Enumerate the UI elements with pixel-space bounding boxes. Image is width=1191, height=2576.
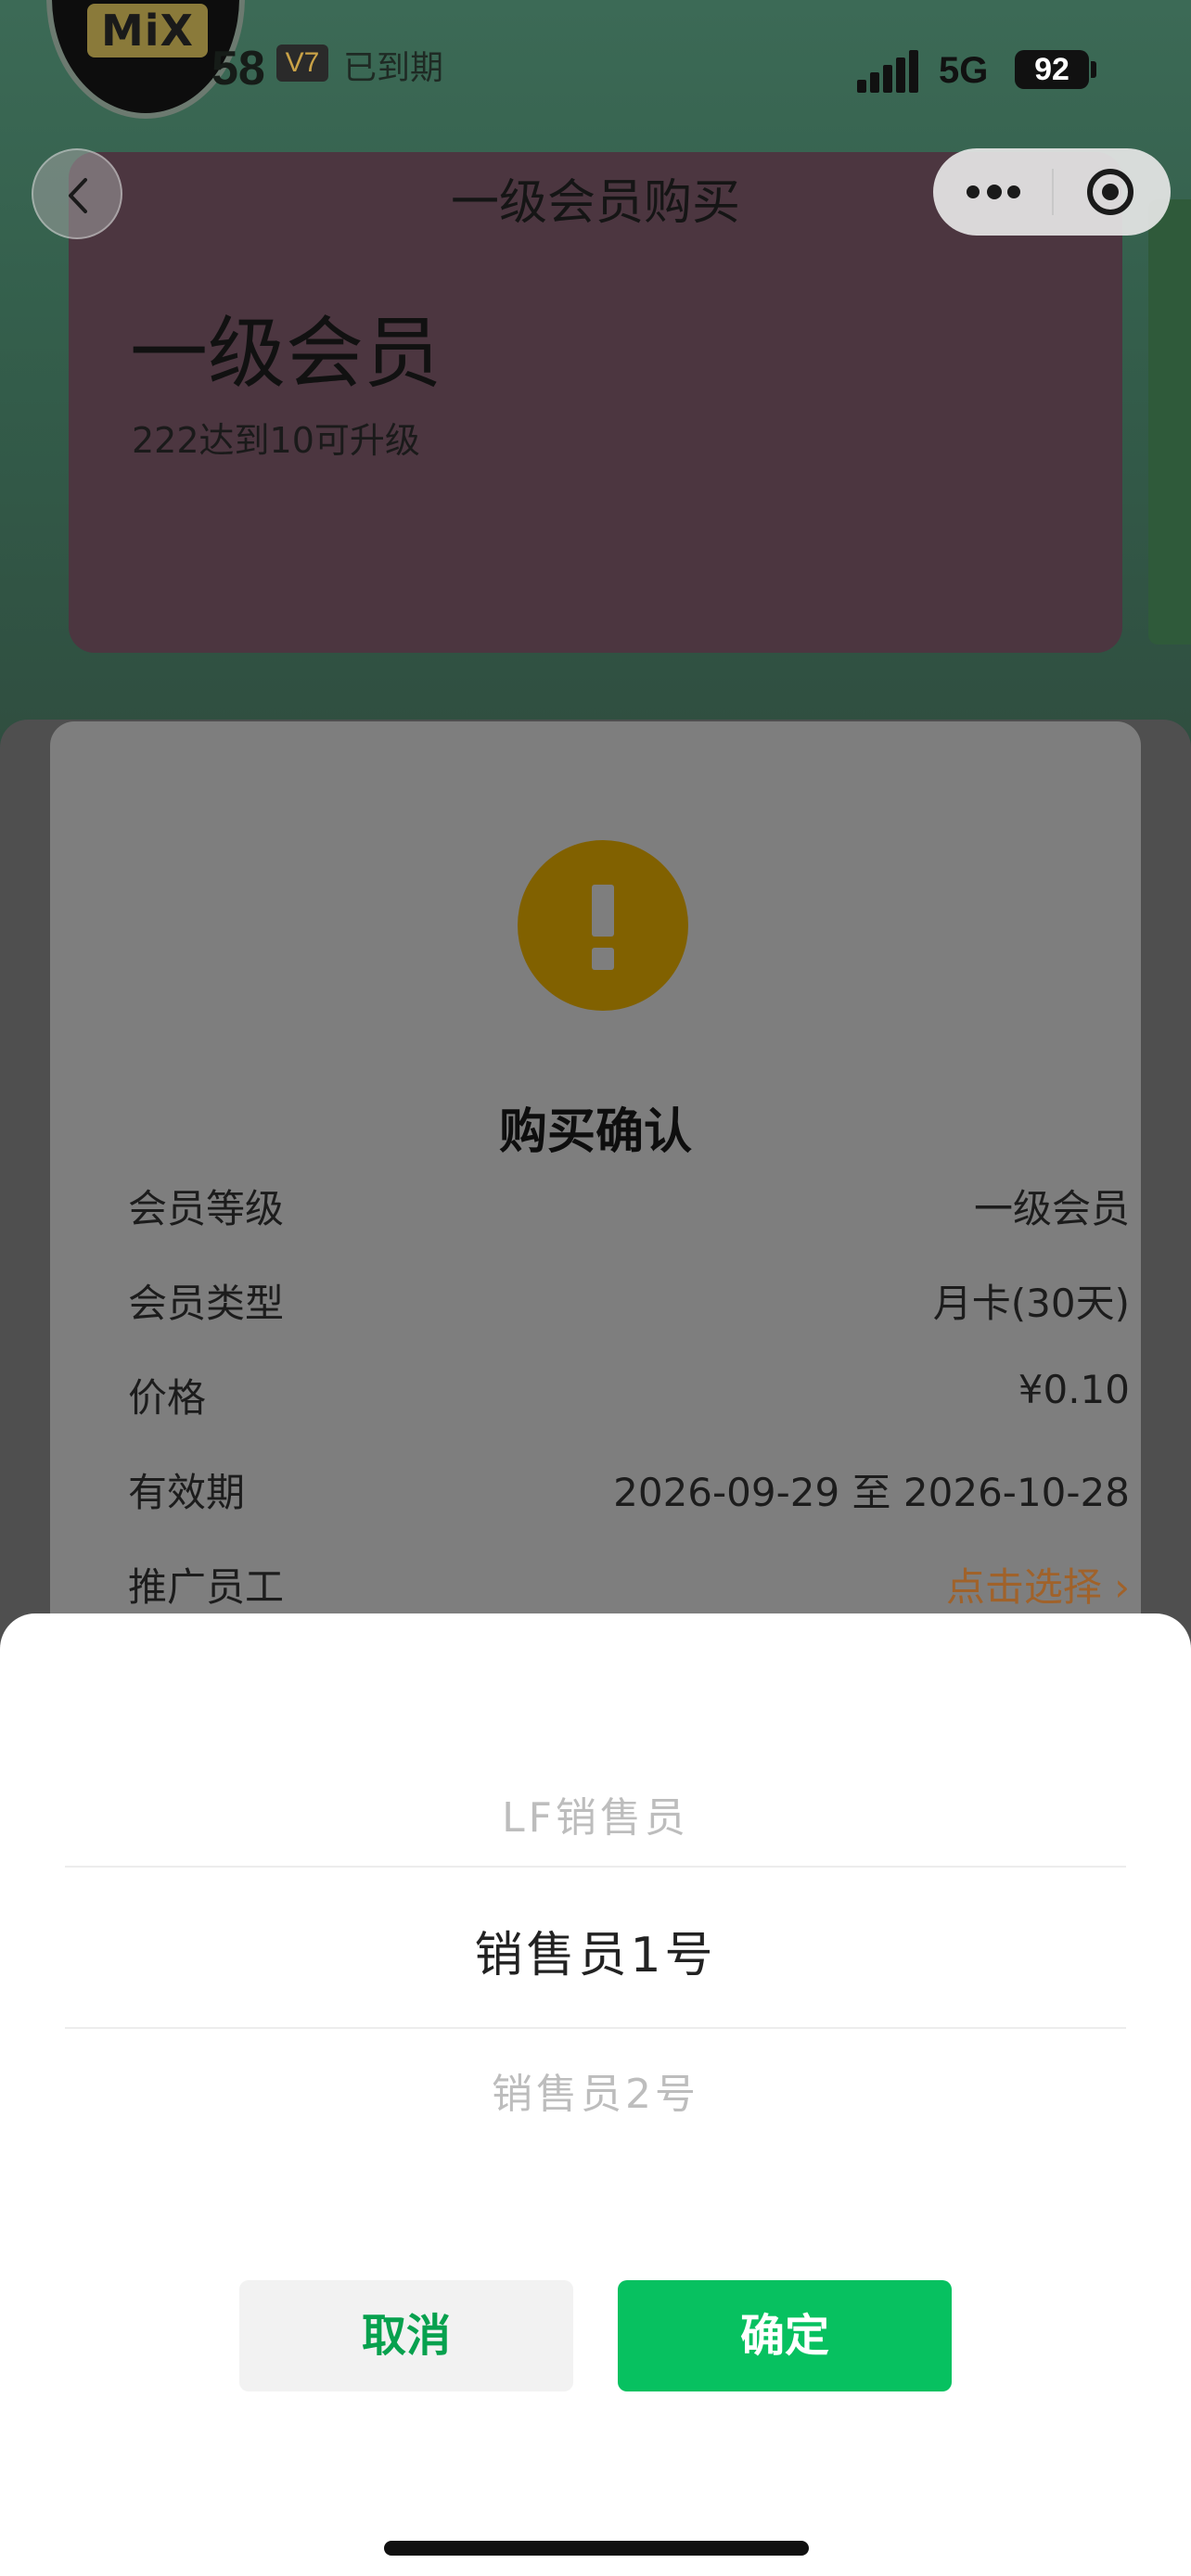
picker-option[interactable]: LF销售员 [0, 1784, 1191, 1843]
info-key: 推广员工 [128, 1564, 285, 1610]
vip-level-badge: V7 [276, 45, 328, 82]
info-key: 价格 [128, 1375, 207, 1421]
member-level-subtitle: 222达到10可升级 [132, 420, 420, 461]
avatar-logo: MiX [87, 4, 208, 57]
membership-status: 已到期 [343, 49, 444, 87]
close-miniprogram-icon[interactable] [1087, 169, 1133, 215]
confirm-title: 购买确认 [498, 1104, 692, 1160]
more-icon[interactable] [967, 184, 1022, 200]
home-indicator[interactable] [384, 2541, 809, 2556]
warning-icon [518, 840, 688, 1011]
user-number: 58 [211, 42, 265, 96]
side-strip [1148, 199, 1191, 644]
member-level-title: 一级会员 [130, 308, 442, 399]
battery-tip [1091, 61, 1096, 78]
back-button[interactable] [32, 148, 122, 239]
mini-program-capsule [933, 148, 1171, 236]
info-value: 一级会员 [973, 1186, 1130, 1231]
picker-option-selected[interactable]: 销售员1号 [0, 1916, 1191, 1985]
info-value: 2026-09-29 至 2026-10-28 [613, 1470, 1130, 1515]
picker-selection-line [65, 2027, 1126, 2029]
info-value: ¥0.10 [1018, 1367, 1130, 1412]
network-type: 5G [939, 50, 989, 91]
cancel-button[interactable]: 取消 [239, 2280, 573, 2391]
employee-picker-sheet: LF销售员 销售员1号 销售员2号 取消 确定 [0, 1613, 1191, 2576]
info-row-type: 会员类型 月卡(30天) [128, 1272, 1130, 1328]
chevron-left-icon [69, 178, 87, 213]
picker-option[interactable]: 销售员2号 [0, 2060, 1191, 2120]
info-row-price: 价格 ¥0.10 [128, 1367, 1130, 1422]
battery-icon: 92 [1015, 50, 1089, 89]
page-title: 一级会员购买 [450, 175, 740, 231]
info-row-validity: 有效期 2026-09-29 至 2026-10-28 [128, 1461, 1130, 1517]
info-value: 月卡(30天) [932, 1281, 1130, 1326]
select-promoter-link[interactable]: 点击选择 › [946, 1556, 1130, 1613]
info-row-level: 会员等级 一级会员 [128, 1178, 1130, 1233]
info-key: 会员类型 [128, 1281, 285, 1326]
capsule-divider [1052, 169, 1054, 215]
info-row-promoter[interactable]: 推广员工 点击选择 › [128, 1556, 1130, 1612]
confirm-button[interactable]: 确定 [618, 2280, 952, 2391]
info-key: 有效期 [128, 1470, 246, 1515]
signal-icon [857, 50, 920, 93]
info-key: 会员等级 [128, 1186, 285, 1231]
picker-selection-line [65, 1866, 1126, 1868]
